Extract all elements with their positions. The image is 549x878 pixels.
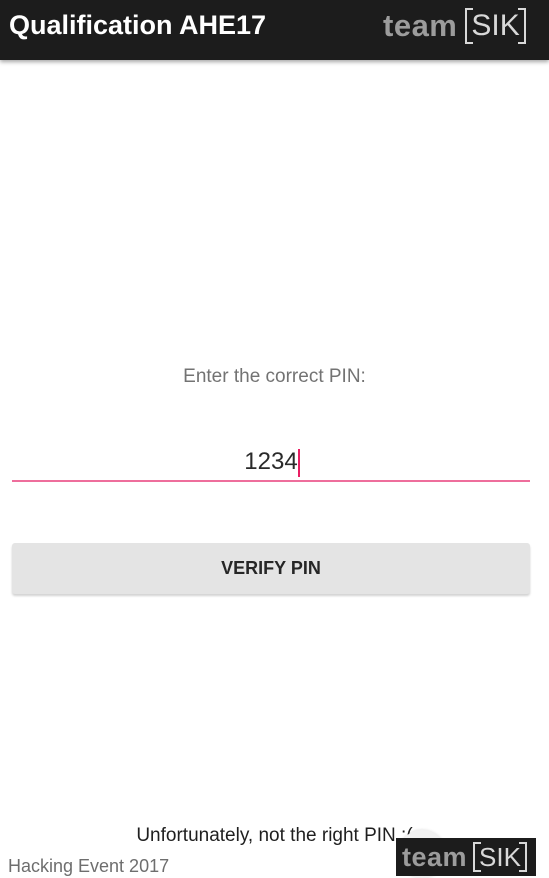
app-title: Qualification AHE17	[9, 10, 267, 40]
footer-team-sik-logo: team SIK	[396, 838, 536, 876]
footer-logo-mark: SIK	[473, 842, 527, 872]
pin-prompt: Enter the correct PIN:	[183, 366, 366, 387]
verify-pin-button[interactable]: VERIFY PIN	[12, 543, 530, 594]
text-cursor	[298, 449, 300, 477]
pin-input[interactable]	[12, 444, 530, 482]
event-label: Hacking Event 2017	[8, 856, 170, 876]
logo-mark: SIK	[465, 8, 526, 44]
team-sik-logo: team SIK	[383, 4, 526, 48]
footer-logo-word: team	[402, 842, 468, 872]
app-bar: Qualification AHE17 team SIK	[0, 0, 549, 60]
logo-word: team	[383, 8, 458, 43]
